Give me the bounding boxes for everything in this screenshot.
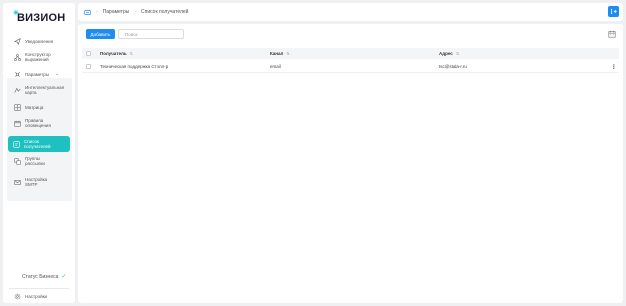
business-status-label: Статус Бизнеса [22, 273, 59, 280]
logout-button[interactable] [608, 6, 619, 17]
breadcrumb-separator: › [134, 9, 136, 15]
row-checkbox[interactable] [86, 64, 91, 69]
list-icon [12, 140, 21, 149]
sidebar-item-label: Настройка SMTP [25, 177, 48, 187]
search-placeholder: Поиск [125, 31, 138, 37]
map-icon [13, 86, 22, 95]
sidebar-item-label: Правила оповещения [25, 118, 51, 128]
sort-icon: ⇅ [286, 51, 290, 56]
calendar-filter-icon[interactable] [608, 30, 616, 38]
sidebar-item-notifications[interactable]: Уведомления [6, 37, 72, 46]
column-header-label: Получатель [100, 51, 127, 56]
sidebar-item-alert-rules[interactable]: Правила оповещения [6, 118, 62, 128]
sidebar-item-label: Параметры [25, 72, 49, 77]
logo-text: ВИЗИОН [17, 12, 66, 24]
select-all-checkbox[interactable] [86, 51, 91, 56]
sidebar-item-label: Конструктор выражений [25, 52, 51, 62]
business-status[interactable]: Статус Бизнеса ✓ [22, 273, 67, 281]
sidebar-item-matrix[interactable]: Матрица [6, 103, 72, 112]
column-header-label: Адрес [439, 51, 453, 56]
sidebar-item-label: Группы рассылки [25, 156, 45, 166]
chevron-down-icon: ⌄ [55, 71, 60, 77]
cell-channel: email [270, 64, 281, 69]
column-header-recipient[interactable]: Получатель ⇅ [100, 51, 133, 56]
sidebar-item-label: Интеллектуальная карта [25, 85, 65, 95]
column-header-channel[interactable]: Канал ⇅ [270, 51, 290, 56]
logout-icon [611, 9, 617, 14]
breadcrumb-separator: › [96, 9, 98, 15]
sidebar-divider [9, 288, 69, 289]
sort-icon: ⇅ [129, 51, 133, 56]
top-bar: › Параметры › Список получателей [78, 3, 623, 21]
sidebar-item-settings[interactable]: Настройки [6, 292, 72, 301]
gear-icon [13, 292, 22, 301]
flow-icon [13, 53, 22, 62]
group-icon [13, 157, 22, 166]
mail-icon [13, 178, 22, 187]
sidebar-item-expression-builder[interactable]: Конструктор выражений [6, 52, 66, 62]
sidebar-item-mailing-groups[interactable]: Группы рассылки [6, 156, 62, 166]
sidebar-item-label: Настройки [25, 294, 48, 299]
check-icon: ✓ [61, 274, 67, 280]
grid-icon [13, 103, 22, 112]
more-options-icon[interactable]: ••• [610, 64, 616, 69]
home-icon[interactable] [84, 9, 91, 16]
sort-icon: ⇅ [455, 51, 460, 56]
breadcrumb-parameters[interactable]: Параметры [103, 9, 130, 15]
sidebar-item-label: Список получателей [24, 139, 51, 149]
cell-address: tsc@stala-r.ru [439, 64, 467, 69]
table-row[interactable]: Техническая поддержка Стэлл-р email tsc@… [82, 61, 619, 73]
column-header-label: Канал [270, 51, 284, 56]
send-icon [13, 37, 22, 46]
search-input[interactable]: Поиск [118, 29, 184, 39]
sidebar-item-intellectual-map[interactable]: Интеллектуальная карта [6, 85, 68, 95]
sidebar-item-recipients[interactable]: Список получателей [8, 136, 70, 152]
column-header-address[interactable]: Адрес ⇅ [439, 51, 459, 56]
calendar-icon [13, 119, 22, 128]
sidebar-item-smtp[interactable]: Настройка SMTP [6, 177, 62, 187]
breadcrumb-current: Список получателей [141, 9, 189, 15]
sidebar-item-label: Уведомления [25, 39, 54, 44]
add-button[interactable]: Добавить [86, 29, 115, 39]
logo[interactable]: ✳ ВИЗИОН [13, 10, 66, 24]
cell-recipient: Техническая поддержка Стэлл-р [100, 64, 169, 69]
table-header: Получатель ⇅ Канал ⇅ Адрес ⇅ [82, 48, 619, 59]
logo-star-icon: ✳ [13, 10, 20, 17]
main-panel: Добавить Поиск Получатель ⇅ Канал ⇅ Адрес ⇅… [78, 24, 623, 303]
sidebar: ✳ ВИЗИОН Уведомления Конструктор выражен… [3, 3, 75, 303]
sidebar-item-label: Матрица [25, 105, 44, 110]
